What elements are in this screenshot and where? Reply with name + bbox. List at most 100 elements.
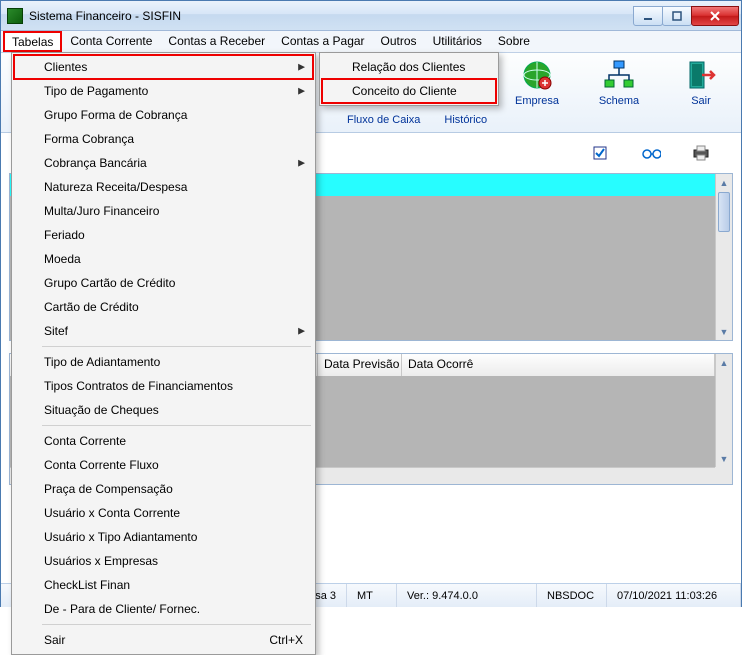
menu-item-label: Usuários x Empresas	[44, 554, 158, 568]
menu-item-moeda[interactable]: Moeda	[14, 247, 313, 271]
maximize-button[interactable]	[662, 6, 692, 26]
menu-item-usuario-tipo-adiantamento[interactable]: Usuário x Tipo Adiantamento	[14, 525, 313, 549]
menu-item-label: Situação de Cheques	[44, 403, 159, 417]
menu-item-clientes[interactable]: Clientes	[14, 55, 313, 79]
submenu-relacao-clientes[interactable]: Relação dos Clientes	[322, 55, 496, 79]
clientes-submenu: Relação dos Clientes Conceito do Cliente	[319, 52, 499, 106]
menu-item-label: Moeda	[44, 252, 81, 266]
grid1-vscrollbar[interactable]: ▲ ▼	[715, 174, 732, 340]
menu-outros[interactable]: Outros	[373, 31, 425, 52]
menu-item-label: Feriado	[44, 228, 85, 242]
status-uf: MT	[347, 584, 397, 607]
app-icon	[7, 8, 23, 24]
menu-conta-corrente[interactable]: Conta Corrente	[62, 31, 160, 52]
menu-utilitarios[interactable]: Utilitários	[425, 31, 490, 52]
menu-item-label: Tipos Contratos de Financiamentos	[44, 379, 233, 393]
toolbar-empresa[interactable]: Empresa	[505, 57, 569, 107]
menu-bar: Tabelas Conta Corrente Contas a Receber …	[1, 31, 741, 53]
menu-item-tipo-pagamento[interactable]: Tipo de Pagamento	[14, 79, 313, 103]
toolbar-sair-label: Sair	[669, 95, 733, 107]
menu-item-tipo-adiantamento[interactable]: Tipo de Adiantamento	[14, 350, 313, 374]
menu-item-label: Forma Cobrança	[44, 132, 134, 146]
menu-contas-a-receber[interactable]: Contas a Receber	[160, 31, 273, 52]
menu-item-usuarios-empresas[interactable]: Usuários x Empresas	[14, 549, 313, 573]
menu-item-conta-corrente[interactable]: Conta Corrente	[14, 429, 313, 453]
glasses-icon[interactable]	[641, 144, 661, 162]
toolbar-schema-label: Schema	[587, 95, 651, 107]
label-fluxo-de-caixa[interactable]: Fluxo de Caixa	[347, 114, 420, 126]
menu-item-tipos-contratos-financiamentos[interactable]: Tipos Contratos de Financiamentos	[14, 374, 313, 398]
menu-item-label: Tipo de Pagamento	[44, 84, 148, 98]
menu-item-label: Conta Corrente	[44, 434, 126, 448]
title-bar: Sistema Financeiro - SISFIN	[1, 1, 741, 31]
menu-contas-a-pagar[interactable]: Contas a Pagar	[273, 31, 372, 52]
toolbar-sair[interactable]: Sair	[669, 57, 733, 107]
grid2-scroll-corner	[715, 467, 732, 484]
menu-item-grupo-cartao[interactable]: Grupo Cartão de Crédito	[14, 271, 313, 295]
menu-item-natureza-receita-despesa[interactable]: Natureza Receita/Despesa	[14, 175, 313, 199]
menu-item-sitef[interactable]: Sitef	[14, 319, 313, 343]
menu-item-usuario-conta-corrente[interactable]: Usuário x Conta Corrente	[14, 501, 313, 525]
menu-item-label: Usuário x Conta Corrente	[44, 506, 180, 520]
menu-tabelas[interactable]: Tabelas	[3, 31, 62, 52]
menu-item-sair[interactable]: Sair Ctrl+X	[14, 628, 313, 652]
menu-item-label: De - Para de Cliente/ Fornec.	[44, 602, 200, 616]
menu-item-label: Sitef	[44, 324, 68, 338]
menu-item-forma-cobranca[interactable]: Forma Cobrança	[14, 127, 313, 151]
menu-item-cobranca-bancaria[interactable]: Cobrança Bancária	[14, 151, 313, 175]
menu-item-label: Cartão de Crédito	[44, 300, 139, 314]
status-version: Ver.: 9.474.0.0	[397, 584, 537, 607]
label-historico[interactable]: Histórico	[444, 114, 487, 126]
menu-separator	[42, 346, 311, 347]
toolbar-buttons: Empresa Schema Sair	[505, 57, 733, 107]
exit-icon	[683, 57, 719, 93]
close-button[interactable]	[691, 6, 739, 26]
scroll-thumb[interactable]	[718, 192, 730, 232]
menu-sobre[interactable]: Sobre	[490, 31, 538, 52]
menu-separator	[42, 425, 311, 426]
menu-item-label: Relação dos Clientes	[352, 60, 465, 74]
scroll-up-icon[interactable]: ▲	[716, 354, 732, 371]
printer-icon[interactable]	[691, 144, 711, 162]
submenu-conceito-cliente[interactable]: Conceito do Cliente	[322, 79, 496, 103]
menu-item-label: Praça de Compensação	[44, 482, 173, 496]
menu-item-label: Conta Corrente Fluxo	[44, 458, 159, 472]
menu-item-praca-compensacao[interactable]: Praça de Compensação	[14, 477, 313, 501]
grid2-col-data-previsao[interactable]: Data Previsão	[318, 354, 402, 376]
window-title: Sistema Financeiro - SISFIN	[29, 9, 634, 23]
menu-item-conta-corrente-fluxo[interactable]: Conta Corrente Fluxo	[14, 453, 313, 477]
minimize-button[interactable]	[633, 6, 663, 26]
menu-item-label: Clientes	[44, 60, 87, 74]
scroll-up-icon[interactable]: ▲	[716, 174, 732, 191]
menu-item-label: Cobrança Bancária	[44, 156, 147, 170]
menu-item-de-para-cliente-fornec[interactable]: De - Para de Cliente/ Fornec.	[14, 597, 313, 621]
menu-item-checklist-finan[interactable]: CheckList Finan	[14, 573, 313, 597]
menu-item-label: Usuário x Tipo Adiantamento	[44, 530, 197, 544]
menu-item-shortcut: Ctrl+X	[269, 633, 303, 647]
menu-item-situacao-cheques[interactable]: Situação de Cheques	[14, 398, 313, 422]
menu-item-cartao-credito[interactable]: Cartão de Crédito	[14, 295, 313, 319]
toolbar-empresa-label: Empresa	[505, 95, 569, 107]
scroll-down-icon[interactable]: ▼	[716, 323, 732, 340]
menu-item-grupo-forma-cobranca[interactable]: Grupo Forma de Cobrança	[14, 103, 313, 127]
menu-item-multa-juro[interactable]: Multa/Juro Financeiro	[14, 199, 313, 223]
checkbox-icon[interactable]	[591, 144, 611, 162]
menu-separator	[42, 624, 311, 625]
menu-item-label: Sair	[44, 633, 65, 647]
toolbar-schema[interactable]: Schema	[587, 57, 651, 107]
globe-icon	[519, 57, 555, 93]
tabelas-dropdown: Clientes Tipo de Pagamento Grupo Forma d…	[11, 52, 316, 655]
menu-item-label: Grupo Forma de Cobrança	[44, 108, 187, 122]
menu-item-feriado[interactable]: Feriado	[14, 223, 313, 247]
scroll-down-icon[interactable]: ▼	[716, 450, 732, 467]
menu-item-label: Conceito do Cliente	[352, 84, 457, 98]
menu-item-label: Natureza Receita/Despesa	[44, 180, 187, 194]
menu-item-label: Tipo de Adiantamento	[44, 355, 160, 369]
grid2-vscrollbar[interactable]: ▲ ▼	[715, 354, 732, 467]
toolbar-left-labels: Fluxo de Caixa Histórico	[347, 114, 487, 126]
status-db: NBSDOC	[537, 584, 607, 607]
menu-item-label: Multa/Juro Financeiro	[44, 204, 159, 218]
window-buttons	[634, 6, 739, 26]
grid2-col-data-ocorre[interactable]: Data Ocorrê	[402, 354, 715, 376]
menu-item-label: CheckList Finan	[44, 578, 130, 592]
